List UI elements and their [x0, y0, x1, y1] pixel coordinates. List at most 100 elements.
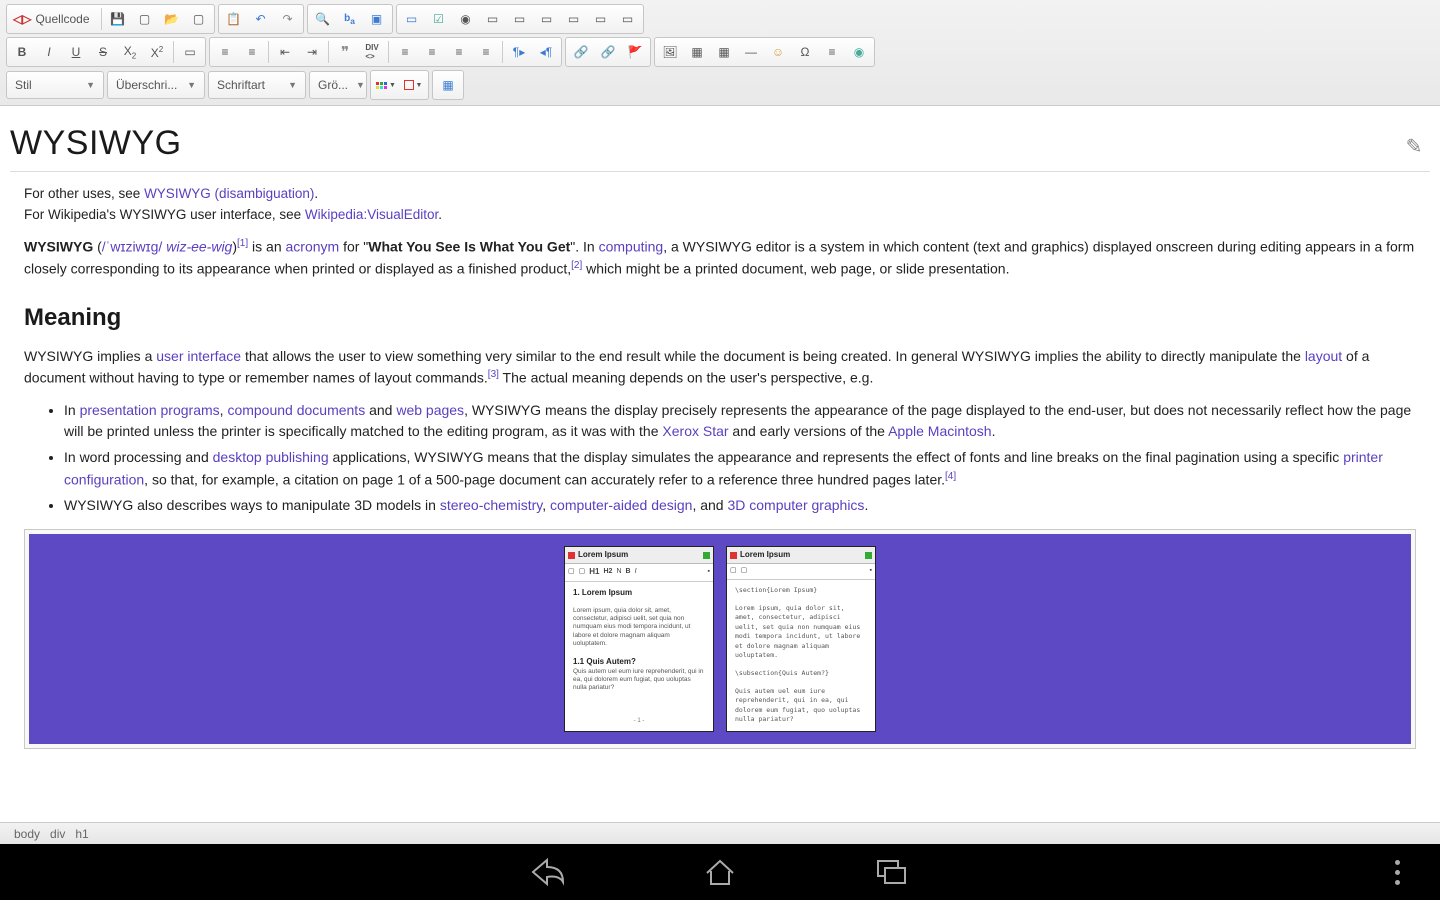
figure-code: \subsection{Quis Autem?}	[735, 669, 829, 677]
source-icon: ◁▷	[13, 12, 31, 26]
anchor-button[interactable]: 🚩	[622, 40, 648, 64]
link-button[interactable]: 🔗	[568, 40, 594, 64]
source-button[interactable]: ◁▷ Quellcode	[9, 7, 98, 31]
font-dropdown[interactable]: Schriftart ▼	[208, 71, 306, 99]
find-button[interactable]: 🔍	[310, 7, 336, 31]
paste-button[interactable]: 📋	[221, 7, 247, 31]
superscript-button[interactable]: X2	[144, 40, 170, 64]
android-back-button[interactable]	[527, 851, 569, 893]
numbered-list-button[interactable]: ≡	[212, 40, 238, 64]
smiley-button[interactable]: ☺	[765, 40, 791, 64]
link-layout[interactable]: layout	[1305, 348, 1342, 364]
path-h1[interactable]: h1	[75, 827, 88, 841]
ref-1[interactable]: [1]	[237, 238, 248, 249]
android-nav-bar	[0, 844, 1440, 900]
iframe-button[interactable]: ◉	[846, 40, 872, 64]
ref-4[interactable]: [4]	[945, 471, 956, 482]
editor-content[interactable]: WYSIWYG ✎ For other uses, see WYSIWYG (d…	[0, 106, 1440, 822]
bullet-list-button[interactable]: ≡	[239, 40, 265, 64]
maximize-button[interactable]: ▦	[435, 73, 461, 97]
checkbox-button[interactable]: ☑	[426, 7, 452, 31]
div-button[interactable]: DIV<>	[359, 40, 385, 64]
align-center-button[interactable]: ≡	[419, 40, 445, 64]
text-color-button[interactable]: ▼	[373, 73, 399, 97]
link-computing[interactable]: computing	[599, 239, 664, 255]
select-all-button[interactable]: ▣	[364, 7, 390, 31]
image-button[interactable]: 🖼	[657, 40, 683, 64]
text: is an	[248, 239, 285, 255]
link-ipa[interactable]: /ˈwɪziwɪg/	[102, 239, 163, 255]
print-button[interactable]: ▢	[186, 7, 212, 31]
new-page-button[interactable]: ▢	[132, 7, 158, 31]
size-dropdown[interactable]: Grö... ▼	[309, 71, 367, 99]
save-button[interactable]: 💾	[105, 7, 131, 31]
link-compound-docs[interactable]: compound documents	[227, 402, 365, 418]
toolbar-group-link: 🔗 🔗 🚩	[565, 37, 651, 67]
path-div[interactable]: div	[50, 827, 65, 841]
radio-button[interactable]: ◉	[453, 7, 479, 31]
link-user-interface[interactable]: user interface	[156, 348, 241, 364]
android-recent-button[interactable]	[871, 851, 913, 893]
align-left-button[interactable]: ≡	[392, 40, 418, 64]
link-disambiguation[interactable]: WYSIWYG (disambiguation)	[144, 186, 314, 201]
link-xerox-star[interactable]: Xerox Star	[662, 423, 728, 439]
link-web-pages[interactable]: web pages	[396, 402, 464, 418]
flash-button[interactable]: ▦	[684, 40, 710, 64]
radio-icon: ◉	[460, 12, 470, 26]
textfield-button[interactable]: ▭	[480, 7, 506, 31]
button-button[interactable]: ▭	[561, 7, 587, 31]
table-button[interactable]: ▦	[711, 40, 737, 64]
link-visualeditor[interactable]: Wikipedia:VisualEditor	[305, 207, 438, 222]
link-acronym[interactable]: acronym	[286, 239, 340, 255]
preview-button[interactable]: 📂	[159, 7, 185, 31]
format-dropdown[interactable]: Überschri... ▼	[107, 71, 205, 99]
link-respell[interactable]: wiz-ee-wig	[166, 239, 232, 255]
hr-button[interactable]: —	[738, 40, 764, 64]
hidden-field-button[interactable]: ▭	[615, 7, 641, 31]
unlink-button[interactable]: 🔗	[595, 40, 621, 64]
ltr-button[interactable]: ¶▸	[506, 40, 532, 64]
indent-button[interactable]: ⇥	[299, 40, 325, 64]
tool-icon: ▢	[579, 567, 586, 578]
rtl-button[interactable]: ◂¶	[533, 40, 559, 64]
link-apple-macintosh[interactable]: Apple Macintosh	[888, 423, 992, 439]
android-menu-button[interactable]	[1395, 860, 1400, 885]
subscript-button[interactable]: X2	[117, 40, 143, 64]
redo-button[interactable]: ↷	[275, 7, 301, 31]
text: and	[365, 402, 396, 418]
link-presentation[interactable]: presentation programs	[80, 402, 220, 418]
android-home-button[interactable]	[699, 851, 741, 893]
imagebutton-button[interactable]: ▭	[588, 7, 614, 31]
special-char-button[interactable]: Ω	[792, 40, 818, 64]
remove-format-button[interactable]: ▭	[177, 40, 203, 64]
path-body[interactable]: body	[14, 827, 40, 841]
textarea-button[interactable]: ▭	[507, 7, 533, 31]
figure-source-window: Lorem Ipsum ▢▢ ▪ \section{Lorem Ipsum} L…	[726, 546, 876, 732]
ref-3[interactable]: [3]	[488, 369, 499, 380]
select-button[interactable]: ▭	[534, 7, 560, 31]
blockquote-button[interactable]: ❞	[332, 40, 358, 64]
underline-button[interactable]: U	[63, 40, 89, 64]
styles-dropdown[interactable]: Stil ▼	[6, 71, 104, 99]
outdent-button[interactable]: ⇤	[272, 40, 298, 64]
bg-color-button[interactable]: ▼	[400, 73, 426, 97]
link-stereo-chem[interactable]: stereo-chemistry	[440, 497, 542, 513]
text: .	[992, 423, 996, 439]
link-3d-graphics[interactable]: 3D computer graphics	[727, 497, 864, 513]
pagebreak-button[interactable]: ≡	[819, 40, 845, 64]
align-left-icon: ≡	[401, 45, 408, 59]
italic-button[interactable]: I	[36, 40, 62, 64]
ul-icon: ≡	[248, 45, 255, 59]
form-button[interactable]: ▭	[399, 7, 425, 31]
link-desktop-publishing[interactable]: desktop publishing	[213, 449, 329, 465]
align-justify-button[interactable]: ≡	[473, 40, 499, 64]
strike-button[interactable]: S	[90, 40, 116, 64]
edit-button[interactable]: ✎	[1398, 130, 1430, 162]
replace-button[interactable]: ba	[337, 7, 363, 31]
undo-button[interactable]: ↶	[248, 7, 274, 31]
ref-2[interactable]: [2]	[571, 260, 582, 271]
bold-button[interactable]: B	[9, 40, 35, 64]
align-right-button[interactable]: ≡	[446, 40, 472, 64]
image-icon: 🖼	[662, 45, 677, 59]
link-cad[interactable]: computer-aided design	[550, 497, 692, 513]
